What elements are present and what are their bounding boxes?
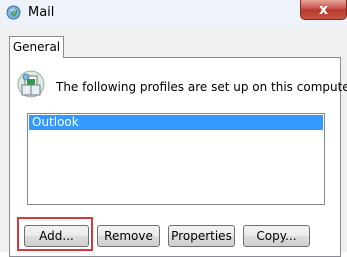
close-button[interactable]: x bbox=[300, 0, 347, 20]
mail-dialog: Mail x General The following profiles ar… bbox=[0, 0, 347, 257]
tab-general-label: General bbox=[12, 40, 61, 54]
title-bar[interactable]: Mail x bbox=[0, 0, 347, 27]
profiles-icon bbox=[17, 70, 45, 98]
remove-button[interactable]: Remove bbox=[97, 225, 160, 247]
profiles-listbox[interactable]: Outlook bbox=[27, 113, 325, 205]
window-title: Mail bbox=[28, 5, 55, 20]
close-icon: x bbox=[318, 2, 329, 18]
mail-globe-icon bbox=[6, 5, 21, 20]
tab-general[interactable]: General bbox=[9, 36, 64, 58]
copy-button[interactable]: Copy... bbox=[243, 225, 310, 247]
add-button[interactable]: Add... bbox=[24, 225, 89, 247]
properties-button[interactable]: Properties bbox=[168, 225, 235, 247]
profiles-info-text: The following profiles are set up on thi… bbox=[56, 80, 347, 94]
profile-item-outlook[interactable]: Outlook bbox=[29, 115, 323, 130]
